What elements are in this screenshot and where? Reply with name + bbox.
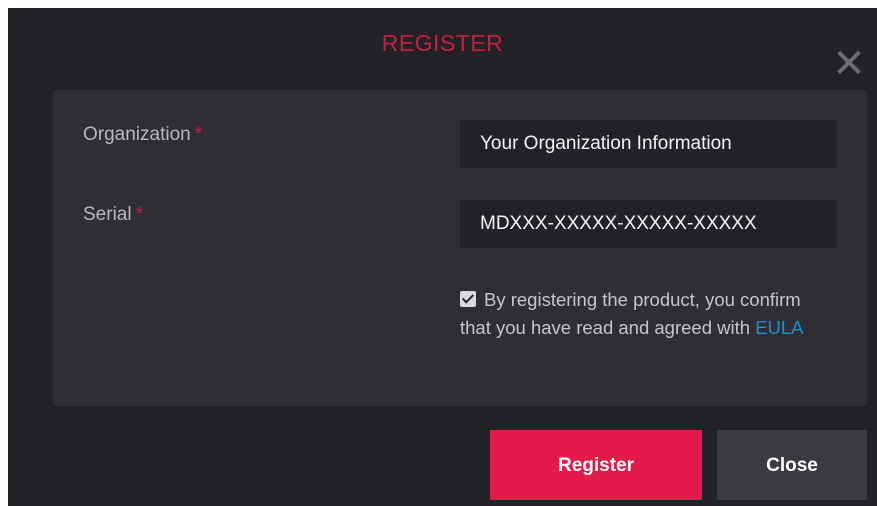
- organization-input[interactable]: [460, 120, 837, 168]
- register-dialog: REGISTER ✕ Organization* Serial* By regi…: [8, 8, 877, 506]
- required-mark: *: [194, 124, 203, 145]
- form-panel: Organization* Serial* By registering the…: [53, 90, 867, 406]
- serial-label: Serial *: [83, 204, 143, 226]
- organization-label: Organization *: [83, 124, 202, 146]
- serial-input[interactable]: [460, 200, 837, 248]
- register-button[interactable]: Register: [490, 430, 702, 500]
- organization-label-text: Organization: [83, 124, 191, 145]
- consent-block: By registering the product, you confirm …: [460, 286, 820, 342]
- consent-checkbox[interactable]: [460, 291, 476, 307]
- consent-text: By registering the product, you confirm …: [460, 289, 801, 338]
- close-button[interactable]: Close: [717, 430, 867, 500]
- eula-link[interactable]: EULA: [755, 317, 803, 338]
- close-icon[interactable]: ✕: [831, 44, 867, 84]
- serial-label-text: Serial: [83, 204, 132, 225]
- required-mark: *: [135, 204, 143, 225]
- dialog-title: REGISTER: [381, 30, 504, 56]
